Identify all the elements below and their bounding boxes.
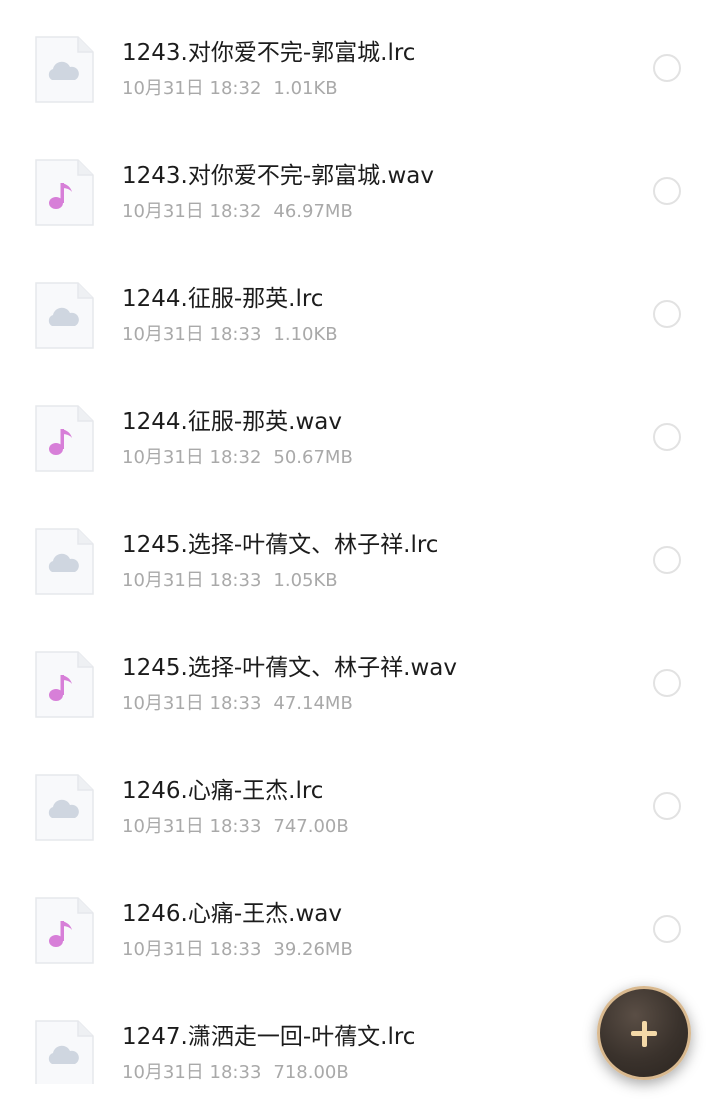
file-date: 10月31日 18:33 xyxy=(122,816,262,837)
select-radio[interactable] xyxy=(653,177,681,205)
select-radio[interactable] xyxy=(653,300,681,328)
file-date: 10月31日 18:32 xyxy=(122,201,262,222)
add-button[interactable] xyxy=(597,986,691,1080)
music-file-icon xyxy=(33,897,95,965)
file-row[interactable]: 1244.征服-那英.lrc 10月31日 18:33 1.10KB xyxy=(0,246,720,369)
file-list: 1243.对你爱不完-郭富城.lrc 10月31日 18:32 1.01KB 12… xyxy=(0,0,720,1084)
file-date: 10月31日 18:33 xyxy=(122,324,262,345)
file-date: 10月31日 18:33 xyxy=(122,693,262,714)
select-radio[interactable] xyxy=(653,54,681,82)
file-size: 718.00B xyxy=(273,1062,349,1083)
music-file-icon xyxy=(33,405,95,473)
cloud-file-icon xyxy=(33,528,95,596)
file-size: 1.05KB xyxy=(273,570,338,591)
file-row[interactable]: 1246.心痛-王杰.wav 10月31日 18:33 39.26MB xyxy=(0,861,720,984)
file-name: 1246.心痛-王杰.wav xyxy=(122,901,342,927)
file-date: 10月31日 18:32 xyxy=(122,447,262,468)
file-meta: 10月31日 18:33 47.14MB xyxy=(122,692,353,716)
select-radio[interactable] xyxy=(653,915,681,943)
music-file-icon xyxy=(33,159,95,227)
file-meta: 10月31日 18:33 1.05KB xyxy=(122,569,338,593)
file-meta: 10月31日 18:33 1.10KB xyxy=(122,323,338,347)
file-row[interactable]: 1245.选择-叶蒨文、林子祥.wav 10月31日 18:33 47.14MB xyxy=(0,615,720,738)
file-size: 39.26MB xyxy=(273,939,353,960)
file-row[interactable]: 1243.对你爱不完-郭富城.lrc 10月31日 18:32 1.01KB xyxy=(0,0,720,123)
file-row[interactable]: 1245.选择-叶蒨文、林子祥.lrc 10月31日 18:33 1.05KB xyxy=(0,492,720,615)
music-file-icon xyxy=(33,651,95,719)
file-name: 1243.对你爱不完-郭富城.wav xyxy=(122,163,434,189)
file-meta: 10月31日 18:32 50.67MB xyxy=(122,446,353,470)
select-radio[interactable] xyxy=(653,792,681,820)
cloud-file-icon xyxy=(33,282,95,350)
file-name: 1246.心痛-王杰.lrc xyxy=(122,778,324,804)
file-size: 47.14MB xyxy=(273,693,353,714)
file-meta: 10月31日 18:33 747.00B xyxy=(122,815,349,839)
cloud-file-icon xyxy=(33,774,95,842)
file-row[interactable]: 1243.对你爱不完-郭富城.wav 10月31日 18:32 46.97MB xyxy=(0,123,720,246)
select-radio[interactable] xyxy=(653,423,681,451)
file-date: 10月31日 18:32 xyxy=(122,78,262,99)
file-meta: 10月31日 18:33 39.26MB xyxy=(122,938,353,962)
file-meta: 10月31日 18:32 1.01KB xyxy=(122,77,338,101)
file-date: 10月31日 18:33 xyxy=(122,939,262,960)
file-date: 10月31日 18:33 xyxy=(122,1062,262,1083)
file-meta: 10月31日 18:33 718.00B xyxy=(122,1061,349,1084)
file-size: 1.01KB xyxy=(273,78,338,99)
plus-icon xyxy=(600,989,688,1077)
select-radio[interactable] xyxy=(653,669,681,697)
file-date: 10月31日 18:33 xyxy=(122,570,262,591)
file-name: 1247.潇洒走一回-叶蒨文.lrc xyxy=(122,1024,416,1050)
select-radio[interactable] xyxy=(653,546,681,574)
file-size: 747.00B xyxy=(273,816,349,837)
file-name: 1244.征服-那英.lrc xyxy=(122,286,324,312)
file-row[interactable]: 1244.征服-那英.wav 10月31日 18:32 50.67MB xyxy=(0,369,720,492)
file-size: 1.10KB xyxy=(273,324,338,345)
cloud-file-icon xyxy=(33,1020,95,1084)
file-size: 50.67MB xyxy=(273,447,353,468)
cloud-file-icon xyxy=(33,36,95,104)
file-size: 46.97MB xyxy=(273,201,353,222)
file-meta: 10月31日 18:32 46.97MB xyxy=(122,200,353,224)
file-name: 1244.征服-那英.wav xyxy=(122,409,342,435)
file-name: 1245.选择-叶蒨文、林子祥.lrc xyxy=(122,532,439,558)
file-name: 1243.对你爱不完-郭富城.lrc xyxy=(122,40,416,66)
file-name: 1245.选择-叶蒨文、林子祥.wav xyxy=(122,655,457,681)
file-row[interactable]: 1246.心痛-王杰.lrc 10月31日 18:33 747.00B xyxy=(0,738,720,861)
